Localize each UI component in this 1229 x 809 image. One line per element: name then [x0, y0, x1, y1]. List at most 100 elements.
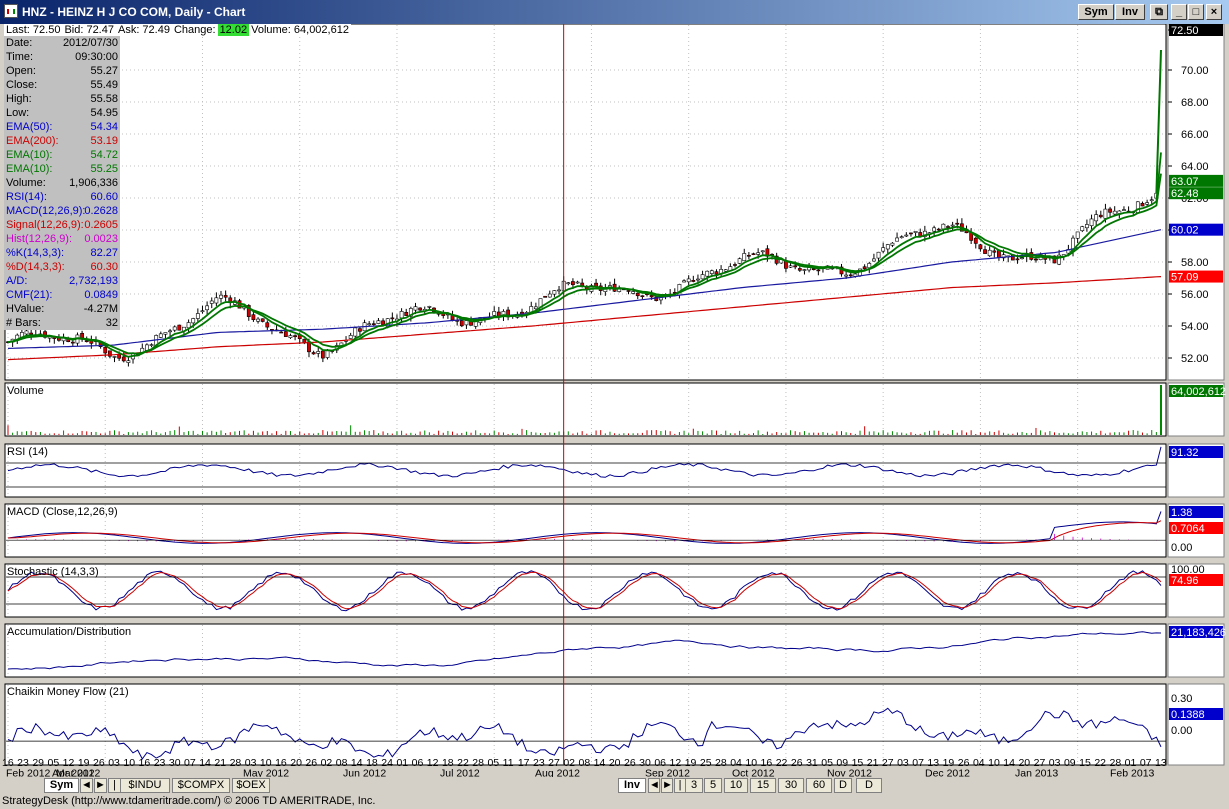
candle	[575, 281, 580, 284]
info-row: Time: 09:30:00	[4, 50, 120, 64]
x-day-label: 05	[487, 757, 499, 769]
candle	[464, 320, 469, 326]
candle	[936, 228, 941, 231]
candle	[84, 340, 89, 343]
x-day-label: 27	[882, 757, 894, 769]
price-tick-label: 70.00	[1181, 65, 1209, 77]
price-tick-label: 68.00	[1181, 97, 1209, 109]
sym-button[interactable]: Sym	[1078, 4, 1114, 20]
info-row: %K(14,3,3): 82.27	[4, 246, 120, 260]
x-day-label: 30	[169, 757, 181, 769]
info-row: RSI(14): 60.60	[4, 190, 120, 204]
interval-tab-3[interactable]: 10	[724, 778, 748, 793]
info-key: A/D:	[6, 275, 28, 287]
candle	[427, 306, 432, 308]
minimize-icon[interactable]: _	[1171, 4, 1187, 20]
candle	[163, 332, 168, 335]
candle	[186, 322, 191, 329]
info-key: RSI(14):	[6, 191, 47, 203]
x-day-label: 04	[973, 757, 985, 769]
candle	[311, 352, 316, 355]
tab-sym[interactable]: Sym	[44, 778, 79, 793]
candle	[219, 294, 223, 299]
candle	[802, 269, 807, 271]
candle	[872, 258, 876, 262]
x-day-label: 16	[139, 757, 151, 769]
info-value: 55.49	[90, 79, 118, 91]
interval-tab-0[interactable]: Inv	[618, 778, 646, 793]
candle	[1103, 208, 1108, 219]
tab-indu[interactable]: $INDU	[120, 778, 170, 793]
interval-left-icon[interactable]: ◄	[648, 778, 660, 793]
x-day-label: 20	[609, 757, 621, 769]
info-row: Low: 54.95	[4, 106, 120, 120]
info-value: 82.27	[90, 247, 118, 259]
candle	[631, 291, 636, 294]
info-row: Volume: 1,906,336	[4, 176, 120, 190]
maximize-icon[interactable]: □	[1188, 4, 1204, 20]
x-month-label: May 2012	[243, 768, 289, 778]
x-day-label: 03	[108, 757, 120, 769]
chart-area[interactable]: 72.5070.0068.0066.0064.0062.0060.0058.00…	[0, 24, 1229, 777]
x-month-label: Apr 2012	[52, 768, 95, 778]
candle	[348, 335, 353, 339]
interval-tab-4[interactable]: 15	[750, 778, 776, 793]
indicator-badge-label: 91.32	[1171, 447, 1199, 459]
status-bar: StrategyDesk (http://www.tdameritrade.co…	[0, 794, 1229, 809]
interval-tab-8[interactable]: D	[856, 778, 882, 793]
candle	[705, 270, 710, 277]
interval-tab-6[interactable]: 60	[806, 778, 832, 793]
interval-tab-2[interactable]: 5	[704, 778, 722, 793]
x-month-label: Nov 2012	[827, 768, 872, 778]
candle	[742, 253, 747, 262]
indicator-badge-label: 0.30	[1171, 693, 1192, 705]
candle	[29, 332, 34, 335]
x-day-label: 15	[1079, 757, 1091, 769]
x-day-label: 03	[897, 757, 909, 769]
candle	[760, 250, 765, 253]
scroll-right-icon[interactable]: ►	[94, 778, 107, 793]
indicator-badge-label: 0.00	[1171, 725, 1192, 737]
info-row: Signal(12,26,9): 0.2605	[4, 218, 120, 232]
candle	[848, 274, 853, 277]
price-tick-label: 64.00	[1181, 161, 1209, 173]
candle	[1080, 226, 1085, 232]
x-day-label: 26	[305, 757, 317, 769]
candle	[459, 320, 464, 327]
candle	[473, 321, 478, 327]
candle	[543, 295, 548, 298]
info-value: 0.2605	[84, 219, 118, 231]
x-month-label: Feb 2012	[6, 768, 51, 778]
tab-oex[interactable]: $OEX	[232, 778, 270, 793]
candle	[566, 282, 571, 285]
candle	[251, 314, 256, 321]
info-value: 0.0023	[84, 233, 118, 245]
candle	[904, 234, 909, 237]
candle	[1020, 257, 1024, 260]
interval-tab-7[interactable]: D	[834, 778, 852, 793]
candle	[371, 323, 376, 325]
candle	[941, 223, 946, 230]
candle	[973, 237, 978, 244]
candle	[418, 307, 423, 311]
info-row: %D(14,3,3): 60.30	[4, 260, 120, 274]
interval-tab-1[interactable]: 3	[685, 778, 703, 793]
candle	[992, 250, 997, 253]
info-row: # Bars: 32	[4, 316, 120, 330]
separator-icon[interactable]: |	[108, 778, 121, 793]
interval-separator-icon[interactable]: |	[674, 778, 686, 793]
interval-tab-5[interactable]: 30	[778, 778, 804, 793]
tab-compx[interactable]: $COMPX	[172, 778, 230, 793]
x-day-label: 14	[594, 757, 606, 769]
candle	[950, 224, 955, 227]
close-icon[interactable]: ×	[1206, 4, 1222, 20]
candle	[1085, 224, 1089, 229]
scroll-left-icon[interactable]: ◄	[80, 778, 93, 793]
panel-3	[4, 503, 1167, 558]
inv-button[interactable]: Inv	[1115, 4, 1145, 20]
popout-icon[interactable]: ⧉	[1150, 4, 1168, 20]
x-day-label: 28	[715, 757, 727, 769]
indicator-badge-label: 0.7064	[1171, 523, 1205, 535]
x-day-label: 28	[230, 757, 242, 769]
interval-right-icon[interactable]: ►	[661, 778, 673, 793]
